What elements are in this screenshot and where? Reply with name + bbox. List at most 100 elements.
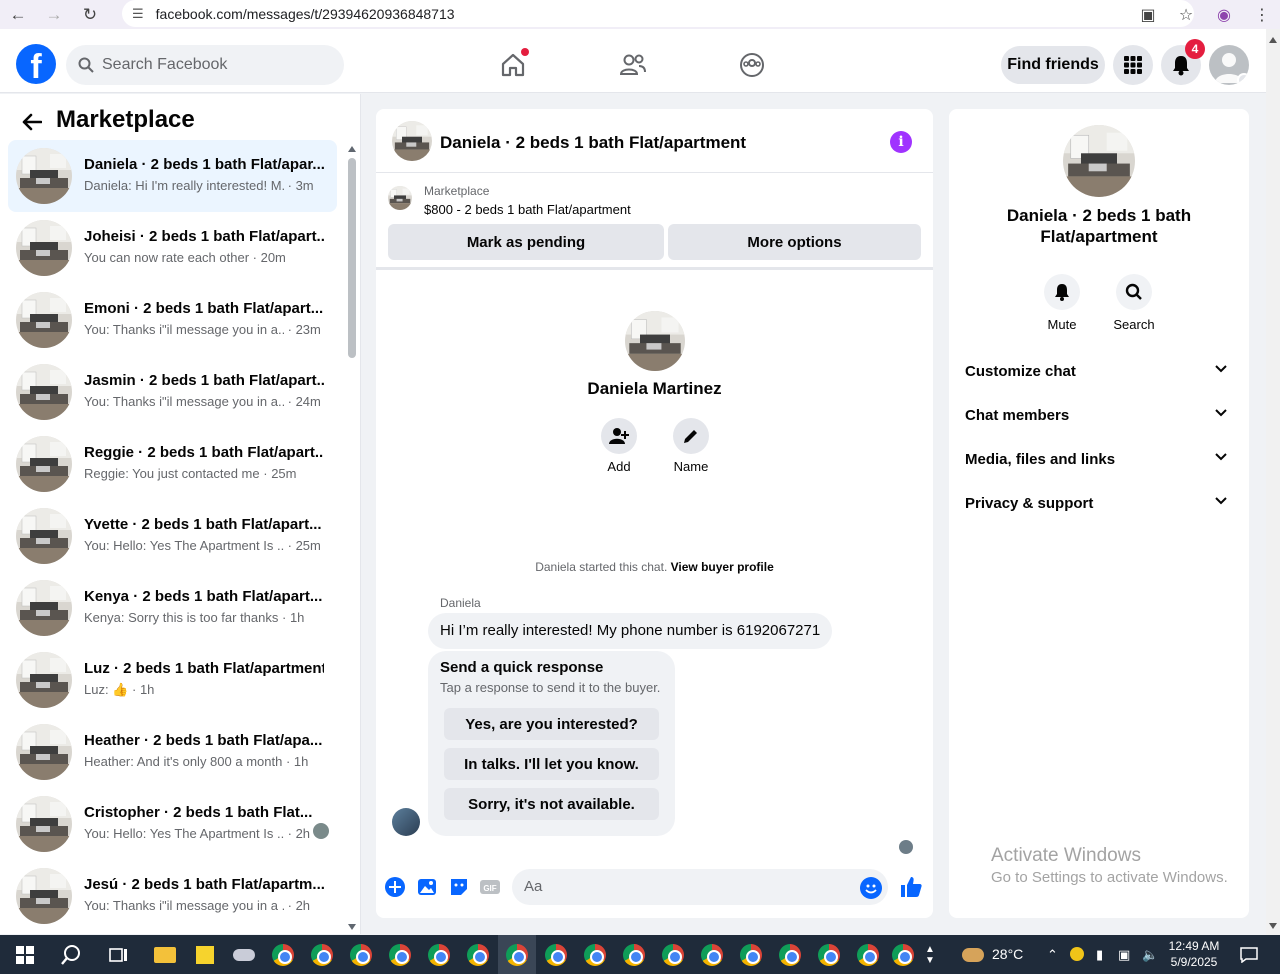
volume-icon[interactable]: 🔈 <box>1142 947 1158 963</box>
conversation-item[interactable]: Jasmin · 2 beds 1 bath Flat/apart... You… <box>8 356 337 428</box>
search-input[interactable]: Search Facebook <box>66 45 344 85</box>
windows-start-icon[interactable] <box>6 935 44 974</box>
chevron-up-icon[interactable]: ⌃ <box>1047 947 1058 963</box>
menu-button[interactable] <box>1113 45 1153 85</box>
message-input[interactable]: Aa <box>512 869 888 905</box>
site-settings-icon[interactable]: ☰ <box>132 6 144 22</box>
conversation-item[interactable]: Daniela · 2 beds 1 bath Flat/apar... Dan… <box>8 140 337 212</box>
conversation-item[interactable]: Yvette · 2 beds 1 bath Flat/apart... You… <box>8 500 337 572</box>
chat-members-section[interactable]: Chat members <box>957 393 1241 437</box>
file-explorer-icon[interactable] <box>146 935 184 974</box>
quick-response-button[interactable]: Sorry, it's not available. <box>444 788 659 820</box>
address-bar[interactable]: ☰ facebook.com/messages/t/29394620936848… <box>122 0 1194 27</box>
conversation-item[interactable]: Jesú · 2 beds 1 bath Flat/apartm... You:… <box>8 860 337 932</box>
chrome-icon[interactable] <box>381 935 419 974</box>
battery-icon[interactable]: ▮ <box>1096 947 1103 963</box>
privacy-support-section[interactable]: Privacy & support <box>957 481 1241 525</box>
bookmark-star-icon[interactable]: ☆ <box>1174 5 1198 25</box>
chat-header: Daniela · 2 beds 1 bath Flat/apartment i <box>376 109 933 173</box>
gif-icon[interactable]: GIF <box>479 876 501 898</box>
task-view-icon[interactable] <box>100 935 138 974</box>
chrome-icon[interactable] <box>342 935 380 974</box>
friends-tab[interactable] <box>611 43 655 87</box>
chrome-icon[interactable] <box>654 935 692 974</box>
back-icon[interactable]: ← <box>0 0 36 29</box>
media-files-links-section[interactable]: Media, files and links <box>957 437 1241 481</box>
install-app-icon[interactable]: ▣ <box>1136 5 1160 25</box>
conversation-item[interactable]: Emoni · 2 beds 1 bath Flat/apart... You:… <box>8 284 337 356</box>
account-avatar[interactable]: ⌄ <box>1209 45 1249 85</box>
forward-icon[interactable]: → <box>36 0 72 29</box>
groups-tab[interactable] <box>730 43 774 87</box>
mute-button[interactable]: Mute <box>1032 274 1092 332</box>
tray-app-icon[interactable] <box>1070 947 1084 964</box>
sender-name: Daniela <box>440 596 481 610</box>
weather-icon[interactable] <box>954 935 992 974</box>
customize-chat-section[interactable]: Customize chat <box>957 349 1241 393</box>
conversation-item[interactable]: Luz · 2 beds 1 bath Flat/apartment Luz: … <box>8 644 337 716</box>
chrome-icon[interactable] <box>732 935 770 974</box>
notification-center-icon[interactable] <box>1230 935 1268 974</box>
quick-response-button[interactable]: In talks. I'll let you know. <box>444 748 659 780</box>
search-in-conversation-button[interactable]: Search <box>1104 274 1164 332</box>
conversation-item[interactable]: Cristopher · 2 beds 1 bath Flat... You: … <box>8 788 337 860</box>
listing-thumbnail[interactable] <box>392 121 432 161</box>
reload-icon[interactable]: ↻ <box>72 0 108 29</box>
find-friends-button[interactable]: Find friends <box>1001 46 1105 84</box>
home-tab[interactable] <box>491 43 535 87</box>
taskbar-scroll-icon[interactable]: ▲ ▼ <box>920 935 940 974</box>
quick-response-button[interactable]: Yes, are you interested? <box>444 708 659 740</box>
app-icon[interactable] <box>225 935 263 974</box>
chat-title[interactable]: Daniela · 2 beds 1 bath Flat/apartment <box>440 133 746 153</box>
conversation-item[interactable]: Joheisi · 2 beds 1 bath Flat/apart... Yo… <box>8 212 337 284</box>
thumbs-up-icon[interactable] <box>899 875 923 899</box>
chrome-icon[interactable] <box>498 935 536 974</box>
add-people-button[interactable]: Add <box>589 418 649 474</box>
scroll-up-icon[interactable] <box>1269 37 1277 43</box>
chat-panel: Daniela · 2 beds 1 bath Flat/apartment i… <box>376 109 933 918</box>
conversation-item[interactable]: Reggie · 2 beds 1 bath Flat/apart... Reg… <box>8 428 337 500</box>
view-buyer-profile-link[interactable]: View buyer profile <box>671 560 774 574</box>
info-icon[interactable]: i <box>890 131 912 153</box>
scrollbar-thumb[interactable] <box>348 158 356 358</box>
sticky-notes-icon[interactable] <box>186 935 224 974</box>
chrome-icon[interactable] <box>849 935 887 974</box>
chrome-icon[interactable] <box>810 935 848 974</box>
mark-as-pending-button[interactable]: Mark as pending <box>388 224 664 260</box>
sticker-icon[interactable] <box>448 876 470 898</box>
chrome-icon[interactable] <box>420 935 458 974</box>
sender-avatar[interactable] <box>392 808 420 836</box>
profile-icon[interactable]: ◉ <box>1212 5 1236 25</box>
chrome-icon[interactable] <box>771 935 809 974</box>
back-button[interactable] <box>16 106 48 138</box>
edit-name-button[interactable]: Name <box>661 418 721 474</box>
sidebar-scrollbar[interactable] <box>346 144 358 934</box>
listing-thumbnail <box>16 796 72 852</box>
chrome-icon[interactable] <box>303 935 341 974</box>
photo-icon[interactable] <box>416 876 438 898</box>
chrome-icon[interactable] <box>615 935 653 974</box>
listing-thumbnail[interactable] <box>388 186 412 210</box>
clock[interactable]: 12:49 AM 5/9/2025 <box>1164 938 1224 970</box>
more-options-button[interactable]: More options <box>668 224 921 260</box>
plus-circle-icon[interactable] <box>384 876 406 898</box>
chrome-icon[interactable] <box>884 935 922 974</box>
scroll-down-icon[interactable] <box>1269 923 1277 929</box>
scroll-up-icon[interactable] <box>348 146 356 152</box>
search-icon[interactable] <box>52 935 90 974</box>
listing-price[interactable]: $800 - 2 beds 1 bath Flat/apartment <box>424 202 631 217</box>
conversation-item[interactable]: Kenya · 2 beds 1 bath Flat/apart... Keny… <box>8 572 337 644</box>
chrome-icon[interactable] <box>264 935 302 974</box>
page-scrollbar[interactable] <box>1266 29 1280 935</box>
chrome-icon[interactable] <box>576 935 614 974</box>
chrome-icon[interactable] <box>459 935 497 974</box>
conversation-item[interactable]: Heather · 2 beds 1 bath Flat/apa... Heat… <box>8 716 337 788</box>
browser-menu-icon[interactable]: ⋮ <box>1250 5 1274 25</box>
chrome-icon[interactable] <box>537 935 575 974</box>
chrome-icon[interactable] <box>693 935 731 974</box>
facebook-logo-icon[interactable]: f <box>16 44 56 84</box>
network-icon[interactable]: ▣ <box>1118 947 1130 963</box>
scroll-down-icon[interactable] <box>348 924 356 930</box>
message-bubble[interactable]: Hi I’m really interested! My phone numbe… <box>428 613 833 649</box>
emoji-icon[interactable] <box>860 877 882 899</box>
